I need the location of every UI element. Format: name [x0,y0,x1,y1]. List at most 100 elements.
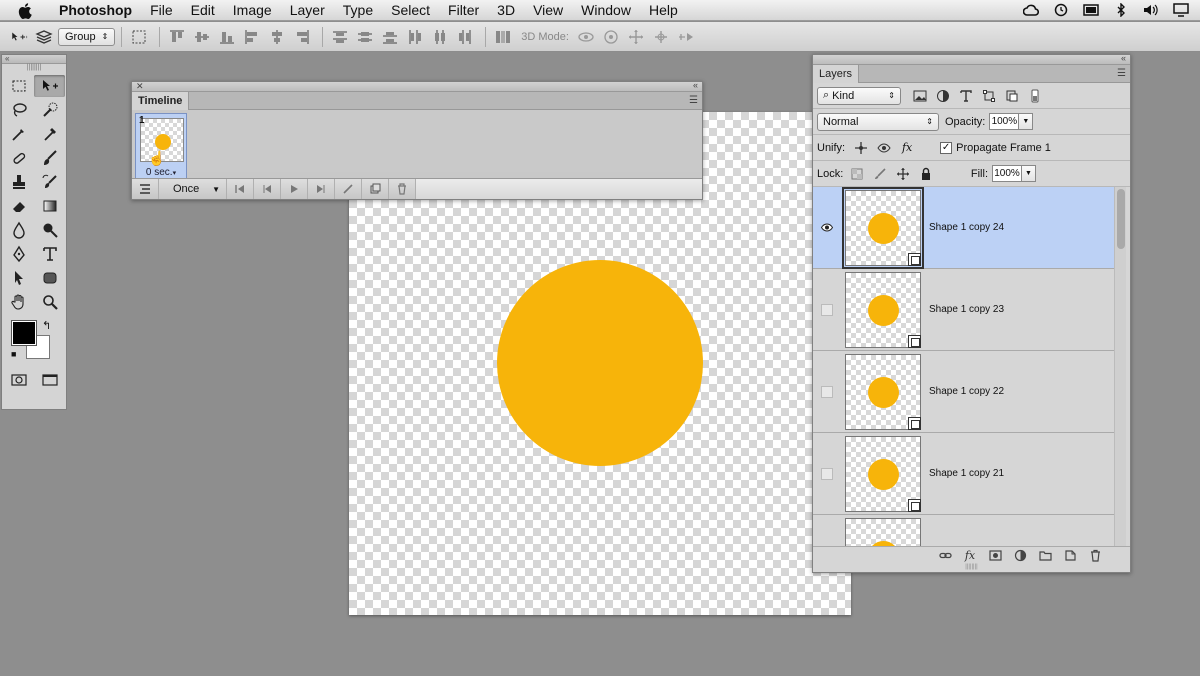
menu-layer[interactable]: Layer [281,0,334,21]
menu-window[interactable]: Window [572,0,640,21]
menu-select[interactable]: Select [382,0,439,21]
layer-name[interactable]: Shape 1 copy 24 [929,222,1004,233]
screen-mode-icon[interactable] [34,369,65,391]
collapse-icon[interactable]: « [1121,53,1126,63]
lock-image-pixels-icon[interactable] [869,165,891,183]
align-bottom-icon[interactable] [216,26,238,48]
align-horizontal-center-icon[interactable] [266,26,288,48]
tab-layers[interactable]: Layers [813,65,860,83]
play-icon[interactable] [281,179,308,199]
spot-healing-brush-tool-icon[interactable] [3,147,34,169]
orange-circle-shape[interactable] [497,260,703,466]
layers-panel-titlebar[interactable]: « [813,53,1130,65]
brush-tool-icon[interactable] [34,147,65,169]
opacity-input[interactable]: 100% [989,113,1020,130]
unify-position-icon[interactable] [850,139,872,157]
time-machine-icon[interactable] [1052,2,1070,18]
first-frame-icon[interactable] [227,179,254,199]
next-frame-icon[interactable] [308,179,335,199]
3d-scale-icon[interactable] [675,26,697,48]
new-group-folder-icon[interactable] [1036,548,1054,564]
filter-smart-objects-icon[interactable] [1001,87,1023,105]
fill-input[interactable]: 100% [992,165,1022,182]
layers-scrollbar[interactable] [1114,187,1126,547]
timeline-panel-titlebar[interactable]: ✕ « [132,80,702,92]
align-left-icon[interactable] [241,26,263,48]
align-right-icon[interactable] [291,26,313,48]
menu-image[interactable]: Image [224,0,281,21]
foreground-color-swatch[interactable] [11,320,37,346]
move-tool-icon[interactable] [34,75,65,97]
apple-menu-icon[interactable] [0,1,50,19]
rectangle-tool-icon[interactable] [34,267,65,289]
show-transform-controls-icon[interactable] [128,26,150,48]
convert-to-video-timeline-icon[interactable] [132,179,159,199]
lock-position-icon[interactable] [892,165,914,183]
distribute-vertical-center-icon[interactable] [354,26,376,48]
delete-layer-icon[interactable] [1086,548,1104,564]
volume-icon[interactable] [1142,2,1160,18]
blur-tool-icon[interactable] [3,219,34,241]
layer-row[interactable]: Shape 1 copy 24 [813,187,1116,269]
lock-all-icon[interactable] [915,165,937,183]
display-icon[interactable] [1082,2,1100,18]
delete-frame-icon[interactable] [389,179,416,199]
unify-style-icon[interactable]: fx [896,139,918,157]
auto-select-layers-icon[interactable] [33,26,55,48]
history-brush-tool-icon[interactable] [34,171,65,193]
new-layer-icon[interactable] [1061,548,1079,564]
3d-rotate-icon[interactable] [575,26,597,48]
quick-mask-icon[interactable] [3,369,34,391]
previous-frame-icon[interactable] [254,179,281,199]
eraser-tool-icon[interactable] [3,195,34,217]
layer-visibility-toggle[interactable] [813,223,841,232]
animation-frame[interactable]: 1 ☝ 0 sec.▾ [135,113,187,179]
gradient-tool-icon[interactable] [34,195,65,217]
layer-style-fx-icon[interactable]: fx [961,548,979,564]
panel-menu-icon[interactable]: ☰ [1117,68,1126,79]
scrollbar-thumb[interactable] [1117,189,1125,249]
distribute-bottom-icon[interactable] [379,26,401,48]
filter-adjustment-layers-icon[interactable] [932,87,954,105]
blend-mode-dropdown[interactable]: Normal ⇕ [817,112,939,131]
new-adjustment-layer-icon[interactable] [1011,548,1029,564]
panel-menu-icon[interactable]: ☰ [689,95,698,106]
3d-roll-icon[interactable] [600,26,622,48]
quick-selection-tool-icon[interactable] [34,99,65,121]
fill-slider-arrow-icon[interactable]: ▼ [1022,165,1036,182]
distribute-left-icon[interactable] [404,26,426,48]
layer-row[interactable] [813,515,1116,547]
opacity-slider-arrow-icon[interactable]: ▼ [1019,113,1034,130]
layer-name[interactable]: Shape 1 copy 21 [929,468,1004,479]
filter-shape-layers-icon[interactable] [978,87,1000,105]
menu-help[interactable]: Help [640,0,687,21]
tween-icon[interactable] [335,179,362,199]
pen-tool-icon[interactable] [3,243,34,265]
hand-tool-icon[interactable] [3,291,34,313]
rectangular-marquee-tool-icon[interactable] [3,75,34,97]
filter-kind-dropdown[interactable]: ⌕ Kind ⇕ [817,86,901,105]
close-icon[interactable]: ✕ [136,81,144,92]
auto-select-dropdown[interactable]: Group ⇕ [58,27,116,46]
layer-visibility-toggle[interactable] [813,467,841,480]
lock-transparent-pixels-icon[interactable] [846,165,868,183]
tab-timeline[interactable]: Timeline [132,92,190,110]
layer-name[interactable]: Shape 1 copy 22 [929,386,1004,397]
crop-tool-icon[interactable] [3,123,34,145]
frame-delay-dropdown[interactable]: 0 sec.▾ [136,167,186,178]
duplicate-frame-icon[interactable] [362,179,389,199]
zoom-tool-icon[interactable] [34,291,65,313]
airplay-display-icon[interactable] [1172,2,1190,18]
path-selection-tool-icon[interactable] [3,267,34,289]
default-colors-icon[interactable]: ■ [11,349,16,359]
filter-pixel-layers-icon[interactable] [909,87,931,105]
bluetooth-icon[interactable] [1112,2,1130,18]
distribute-right-icon[interactable] [454,26,476,48]
tool-preset-move-icon[interactable] [8,26,30,48]
lasso-tool-icon[interactable] [3,99,34,121]
add-mask-icon[interactable] [986,548,1004,564]
layer-row[interactable]: Shape 1 copy 23 [813,269,1116,351]
align-top-icon[interactable] [166,26,188,48]
tools-collapse-icon[interactable]: « [2,55,66,64]
propagate-frame-checkbox[interactable]: ✓ [940,141,953,154]
